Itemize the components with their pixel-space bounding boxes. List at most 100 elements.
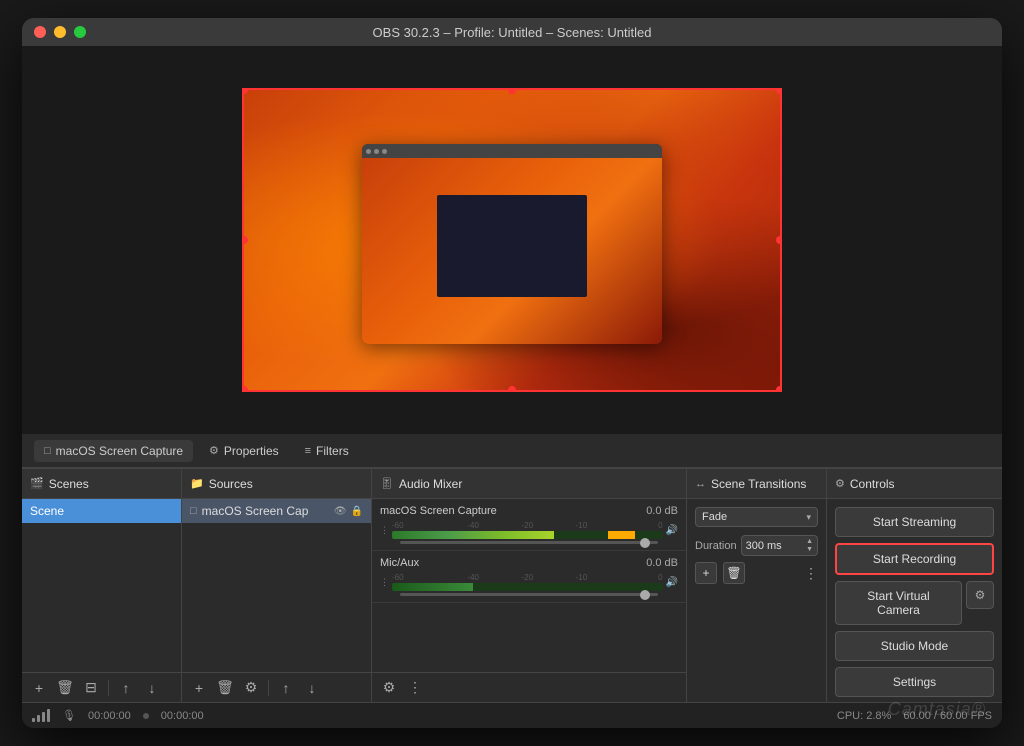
duration-down-button[interactable]: ▼ xyxy=(806,546,813,553)
studio-mode-button[interactable]: Studio Mode xyxy=(835,631,994,661)
window-controls xyxy=(34,26,86,38)
handle-bottom-left[interactable] xyxy=(242,386,248,392)
transition-remove-button[interactable]: 🗑 xyxy=(723,562,745,584)
audio-channels: macOS Screen Capture 0.0 dB ⋮ -60 -40 -2… xyxy=(372,499,686,672)
preview-inner-window xyxy=(362,144,662,344)
settings-button[interactable]: Settings xyxy=(835,667,994,697)
handle-top-right[interactable] xyxy=(776,88,782,94)
controls-icon: ⚙ xyxy=(835,477,845,490)
virtual-camera-gear-button[interactable]: ⚙ xyxy=(966,581,994,609)
inner-titlebar xyxy=(362,144,662,158)
source-lock-button[interactable]: 🔒 xyxy=(351,506,363,517)
sources-config-button[interactable]: ⚙ xyxy=(240,677,262,699)
controls-buttons: Start Streaming Start Recording Start Vi… xyxy=(827,499,1002,702)
controls-panel: ⚙ Controls Start Streaming Start Recordi… xyxy=(827,469,1002,702)
sources-list: □ macOS Screen Cap 👁 🔒 xyxy=(182,499,371,672)
source-eye-button[interactable]: 👁 xyxy=(334,506,347,517)
scenes-config-button[interactable]: ⊟ xyxy=(80,677,102,699)
sources-panel-header: 📁 Sources xyxy=(182,469,371,499)
sources-panel: 📁 Sources □ macOS Screen Cap 👁 🔒 + xyxy=(182,469,372,702)
source-tabs: □ macOS Screen Capture ⚙ Properties ≡ Fi… xyxy=(22,434,1002,468)
filter-icon: ≡ xyxy=(305,445,311,457)
tab-macos-screen-capture[interactable]: □ macOS Screen Capture xyxy=(34,440,193,462)
status-mic: 🎙 xyxy=(62,709,76,722)
statusbar: 🎙 00:00:00 00:00:00 CPU: 2.8% 60.00 / 60… xyxy=(22,702,1002,728)
tab-properties[interactable]: ⚙ Properties xyxy=(199,440,289,462)
status-cpu: CPU: 2.8% xyxy=(837,710,891,722)
audio-ch2-meter: -60 -40 -20 -10 0 xyxy=(392,573,663,591)
handle-top-middle[interactable] xyxy=(508,88,516,94)
handle-bottom-middle[interactable] xyxy=(508,386,516,392)
duration-up-button[interactable]: ▲ xyxy=(806,538,813,545)
start-streaming-button[interactable]: Start Streaming xyxy=(835,507,994,537)
audio-ch2-fader-row xyxy=(380,593,678,596)
scene-item[interactable]: Scene xyxy=(22,499,181,523)
chevron-down-icon: ▾ xyxy=(806,512,811,523)
window-title: OBS 30.2.3 – Profile: Untitled – Scenes:… xyxy=(373,25,652,40)
audio-ch2-mute[interactable]: 🔊 xyxy=(666,577,678,588)
audio-ch1-meter: -60 -40 -20 -10 0 xyxy=(392,521,663,539)
handle-bottom-right[interactable] xyxy=(776,386,782,392)
scenes-remove-button[interactable]: 🗑 xyxy=(54,677,76,699)
transitions-icon: ↔ xyxy=(695,478,706,490)
sources-toolbar-sep xyxy=(268,680,269,696)
audio-channel-1: macOS Screen Capture 0.0 dB ⋮ -60 -40 -2… xyxy=(372,499,686,551)
handle-top-left[interactable] xyxy=(242,88,248,94)
start-recording-button[interactable]: Start Recording xyxy=(835,543,994,575)
source-actions: 👁 🔒 xyxy=(334,506,363,517)
properties-icon: ⚙ xyxy=(209,444,219,457)
audio-more-button[interactable]: ⋮ xyxy=(404,677,426,699)
sources-icon: 📁 xyxy=(190,477,204,490)
duration-row: Duration 300 ms ▲ ▼ xyxy=(687,535,826,562)
audio-ch1-header: macOS Screen Capture 0.0 dB xyxy=(380,505,678,517)
status-dot xyxy=(143,713,149,719)
transitions-content: Fade ▾ Duration 300 ms ▲ ▼ xyxy=(687,499,826,702)
transitions-panel-header: ↔ Scene Transitions xyxy=(687,469,826,499)
controls-panel-header: ⚙ Controls xyxy=(827,469,1002,499)
audio-channel-2: Mic/Aux 0.0 dB ⋮ -60 -40 -20 -10 xyxy=(372,551,686,603)
scenes-icon: 🎬 xyxy=(30,477,44,490)
inner-content xyxy=(362,158,662,344)
minimize-button[interactable] xyxy=(54,26,66,38)
audio-ch2-menu[interactable]: ⋮ xyxy=(380,577,389,588)
sources-remove-button[interactable]: 🗑 xyxy=(214,677,236,699)
bottom-section: 🎬 Scenes Scene + 🗑 ⊟ ↑ ↓ xyxy=(22,468,1002,728)
audio-ch2-fader[interactable] xyxy=(400,593,658,596)
scenes-add-button[interactable]: + xyxy=(28,677,50,699)
audio-mixer-panel: 🎚 Audio Mixer macOS Screen Capture 0.0 d… xyxy=(372,469,687,702)
audio-toolbar: ⚙ ⋮ xyxy=(372,672,686,702)
transition-dropdown[interactable]: Fade ▾ xyxy=(695,507,818,527)
audio-panel-header: 🎚 Audio Mixer xyxy=(372,469,686,499)
audio-ch1-fader[interactable] xyxy=(400,541,658,544)
start-virtual-camera-button[interactable]: Start Virtual Camera xyxy=(835,581,962,625)
transition-select-row: Fade ▾ xyxy=(695,507,818,527)
sources-down-button[interactable]: ↓ xyxy=(301,677,323,699)
sources-add-button[interactable]: + xyxy=(188,677,210,699)
handle-middle-left[interactable] xyxy=(242,236,248,244)
handle-middle-right[interactable] xyxy=(776,236,782,244)
scenes-down-button[interactable]: ↓ xyxy=(141,677,163,699)
transition-add-button[interactable]: + xyxy=(695,562,717,584)
close-button[interactable] xyxy=(34,26,46,38)
transition-more-button[interactable]: ⋮ xyxy=(804,565,818,582)
titlebar: OBS 30.2.3 – Profile: Untitled – Scenes:… xyxy=(22,18,1002,46)
duration-input[interactable]: 300 ms ▲ ▼ xyxy=(741,535,818,556)
source-item[interactable]: □ macOS Screen Cap 👁 🔒 xyxy=(182,499,371,523)
sources-up-button[interactable]: ↑ xyxy=(275,677,297,699)
audio-ch1-mute[interactable]: 🔊 xyxy=(666,525,678,536)
virtual-camera-row: Start Virtual Camera ⚙ xyxy=(835,581,994,625)
audio-ch1-fader-row xyxy=(380,541,678,544)
camtasia-watermark: Camtasia® xyxy=(888,699,986,720)
audio-ch2-level xyxy=(392,583,663,591)
scenes-up-button[interactable]: ↑ xyxy=(115,677,137,699)
audio-gear-button[interactable]: ⚙ xyxy=(378,677,400,699)
maximize-button[interactable] xyxy=(74,26,86,38)
audio-ch1-menu[interactable]: ⋮ xyxy=(380,525,389,536)
tab-filters[interactable]: ≡ Filters xyxy=(295,440,359,462)
obs-window: OBS 30.2.3 – Profile: Untitled – Scenes:… xyxy=(22,18,1002,728)
preview-area xyxy=(22,46,1002,434)
signal-strength-icon xyxy=(32,709,50,722)
audio-ch2-header: Mic/Aux 0.0 dB xyxy=(380,557,678,569)
duration-spinners: ▲ ▼ xyxy=(806,538,813,553)
scene-transitions-panel: ↔ Scene Transitions Fade ▾ Duration 300 … xyxy=(687,469,827,702)
